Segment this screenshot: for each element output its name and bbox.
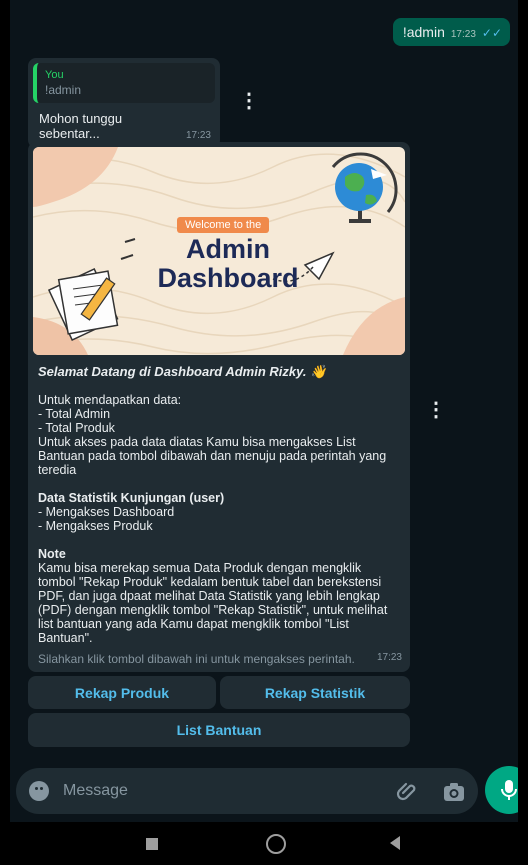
camera-icon[interactable] [442,781,466,803]
mic-icon [501,780,517,800]
media-message[interactable]: Welcome to the Admin Dashboard Selamat D… [28,142,410,672]
stats-heading: Data Statistik Kunjungan (user) [38,491,225,505]
welcome-banner-image[interactable]: Welcome to the Admin Dashboard [33,147,405,355]
intro-item-1: - Total Admin [38,407,111,421]
note-heading: Note [38,547,66,561]
stats-item-2: - Mengakses Produk [38,519,153,533]
banner-title: Admin Dashboard [143,235,313,293]
message-input-bar[interactable]: Message [16,768,478,814]
phone-screen: !admin 17:23 ✓✓ You !admin Mohon tunggu … [0,0,528,865]
message-options-icon[interactable]: ⋮ [239,88,259,113]
banner-title-line2: Dashboard [157,263,299,293]
outgoing-text: !admin [402,24,445,40]
note-text: Kamu bisa merekap semua Data Produk deng… [38,561,388,645]
list-bantuan-button[interactable]: List Bantuan [28,713,410,747]
access-text: Untuk akses pada data diatas Kamu bisa m… [38,435,387,477]
message-input[interactable]: Message [63,782,128,800]
intro-item-2: - Total Produk [38,421,115,435]
paperclip-icon[interactable] [396,780,420,804]
reply-time: 17:23 [185,130,211,141]
frame-left [0,0,10,865]
rekap-statistik-button[interactable]: Rekap Statistik [220,676,410,709]
system-nav-bar [10,822,518,865]
intro-text: Untuk mendapatkan data: [38,393,182,407]
emoji-icon[interactable] [29,781,49,801]
quote-author: You [45,69,64,81]
outgoing-message[interactable]: !admin 17:23 ✓✓ [392,18,510,46]
footer-text: Silahkan klik tombol dibawah ini untuk m… [38,652,355,666]
nav-home-icon[interactable] [266,834,286,854]
greeting-text: Selamat Datang di Dashboard Admin Rizky.… [38,364,327,379]
outgoing-time: 17:23 [450,29,476,40]
banner-pill: Welcome to the [177,217,270,233]
reply-text: Mohon tunggu sebentar... [39,111,123,141]
globe-icon [331,152,398,223]
read-ticks-icon: ✓✓ [481,26,502,40]
reply-message[interactable]: You !admin Mohon tunggu sebentar... 17:2… [28,58,220,148]
nav-back-icon[interactable] [390,836,400,850]
message-footer: Silahkan klik tombol dibawah ini untuk m… [38,652,402,666]
banner-title-line1: Admin [186,234,270,264]
nav-recents-icon[interactable] [146,838,158,850]
frame-right [518,0,528,865]
quote-text: !admin [45,83,82,97]
media-options-icon[interactable]: ⋮ [426,397,446,422]
rekap-produk-button[interactable]: Rekap Produk [28,676,216,709]
message-body: Selamat Datang di Dashboard Admin Rizky.… [33,355,405,646]
media-message-time: 17:23 [376,652,402,663]
quoted-message[interactable]: You !admin [33,63,215,103]
stats-item-1: - Mengakses Dashboard [38,505,175,519]
